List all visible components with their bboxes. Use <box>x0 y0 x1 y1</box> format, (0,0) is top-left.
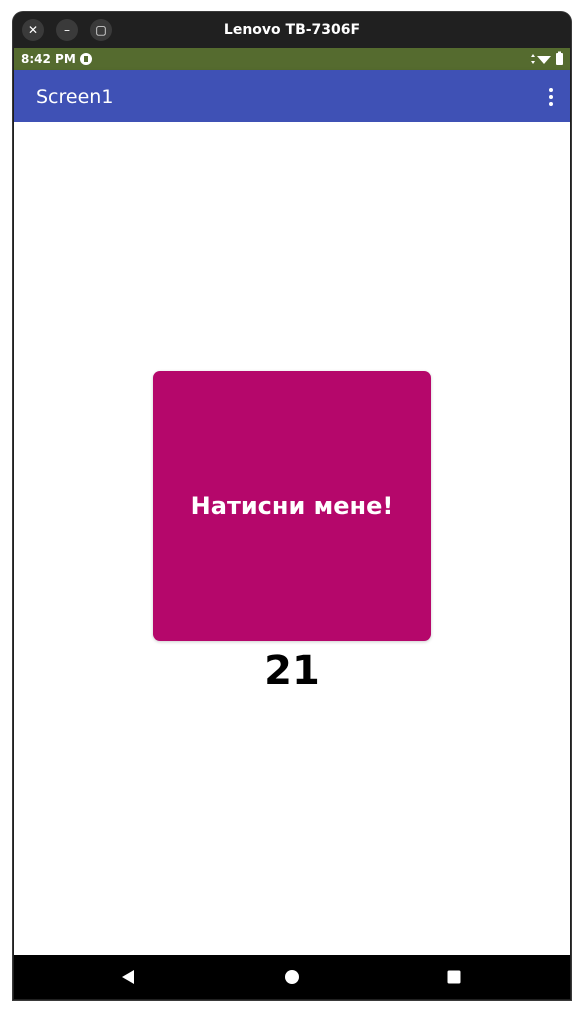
app-bar: Screen1 <box>14 70 570 122</box>
home-icon[interactable] <box>280 965 304 989</box>
emulator-window: ✕ – ▢ Lenovo TB-7306F 8:42 PM Screen1 На… <box>13 12 571 1000</box>
status-time: 8:42 PM <box>21 52 76 66</box>
back-icon[interactable] <box>116 965 140 989</box>
window-titlebar: ✕ – ▢ Lenovo TB-7306F <box>13 12 571 48</box>
status-icons <box>531 51 563 65</box>
app-bar-title: Screen1 <box>36 86 114 108</box>
press-counter: 21 <box>264 648 320 694</box>
screen-content: Натисни мене! 21 <box>14 122 570 955</box>
app-notification-icon <box>80 53 92 65</box>
press-me-button[interactable]: Натисни мене! <box>153 371 431 641</box>
overflow-menu-icon[interactable] <box>548 88 554 106</box>
data-arrows-icon <box>531 54 535 64</box>
wifi-icon <box>537 56 551 64</box>
recents-icon[interactable] <box>442 965 466 989</box>
android-nav-bar <box>14 955 570 999</box>
android-status-bar: 8:42 PM <box>14 48 570 70</box>
battery-icon <box>556 51 563 65</box>
window-title: Lenovo TB-7306F <box>223 22 361 38</box>
